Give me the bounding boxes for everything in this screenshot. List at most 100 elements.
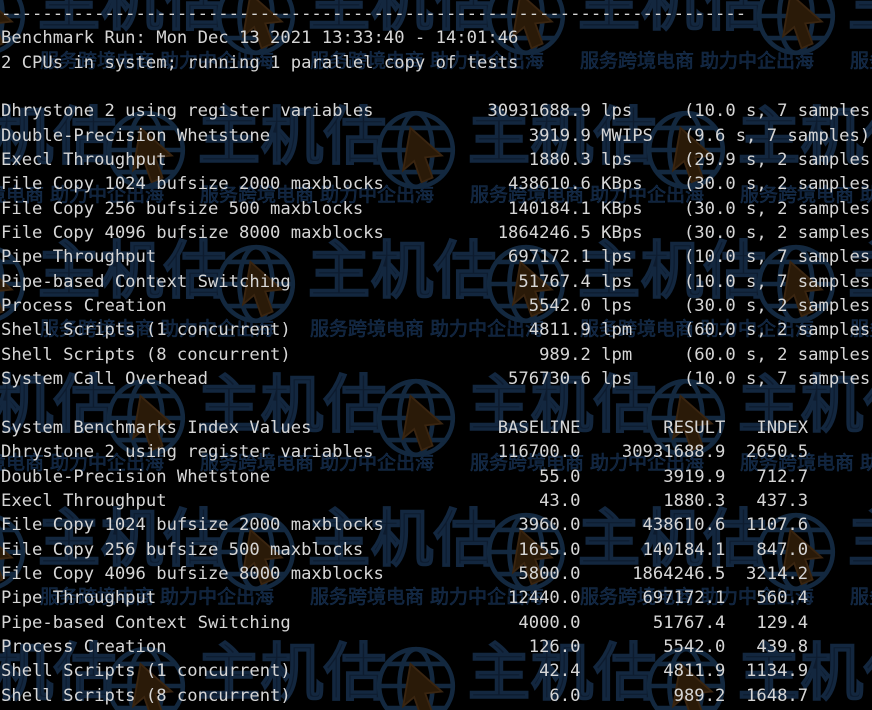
watermark-title: 主机估 [577, 0, 768, 39]
result-row: Pipe Throughput 697172.1 lps (10.0 s, 7 … [1, 247, 872, 268]
watermark-tagline: 服务跨境电商 助力中企出海 [0, 184, 165, 206]
watermark-tagline: 服务跨境电商 助力中企出海 [310, 586, 545, 608]
index-row: File Copy 1024 bufsize 2000 maxblocks 39… [1, 515, 809, 536]
globe-cursor-logo [640, 104, 732, 196]
watermark-title: 主机估 [37, 502, 228, 575]
index-row: File Copy 4096 bufsize 8000 maxblocks 58… [1, 563, 809, 584]
globe-cursor-logo-icon [646, 110, 726, 190]
result-row: Pipe-based Context Switching 51767.4 lps… [1, 271, 872, 292]
watermark-tagline: 服务跨境电商 助力中企出海 [40, 318, 275, 340]
watermark-title: 主机估 [197, 100, 388, 173]
watermark-tile: 主机估服务跨境电商 助力中企出海 [0, 502, 274, 652]
globe-cursor-logo-icon [756, 512, 836, 592]
watermark-tile: 主机估服务跨境电商 助力中企出海 [480, 0, 814, 116]
index-row: Pipe Throughput 12440.0 697172.1 560.4 [1, 588, 809, 609]
globe-cursor-logo-icon [106, 110, 186, 190]
globe-cursor-logo [750, 506, 842, 598]
watermark-layer: 主机估 服务跨境电商 助力中企出海 主机估 服务跨境电商 助力中企出海 主机估 服务跨… [0, 0, 872, 710]
index-row: Shell Scripts (1 concurrent) 42.4 4811.9… [1, 661, 809, 682]
watermark-tagline: 服务跨境电商 助力中企出海 [740, 184, 872, 206]
globe-cursor-logo [750, 0, 842, 62]
watermark-tagline: 服务跨境电商 助力中企出海 [310, 318, 545, 340]
watermark-title: 主机估 [307, 234, 498, 307]
globe-cursor-logo [640, 640, 732, 710]
watermark-title: 主机估 [577, 502, 768, 575]
globe-cursor-logo [100, 372, 192, 464]
watermark-tile: 主机估服务跨境电商 助力中企出海 [640, 636, 872, 710]
globe-cursor-logo-icon [0, 0, 26, 53]
globe-cursor-logo-icon [216, 244, 296, 324]
result-row: System Call Overhead 576730.6 lps (10.0 … [1, 369, 872, 390]
globe-cursor-logo [0, 0, 32, 62]
index-row: File Copy 256 bufsize 500 maxblocks 1655… [1, 539, 809, 560]
watermark-tile: 主机估服务跨境电商 助力中企出海 [750, 502, 872, 652]
globe-cursor-logo [370, 104, 462, 196]
watermark-tile: 主机估服务跨境电商 助力中企出海 [100, 100, 434, 250]
watermark-title: 主机估 [847, 0, 872, 34]
watermark-tile: 主机估服务跨境电商 助力中企出海 [370, 100, 704, 250]
watermark-tile: 主机估服务跨境电商 助力中企出海 [100, 636, 430, 710]
globe-cursor-logo [210, 238, 302, 330]
globe-cursor-logo-icon [106, 646, 186, 710]
globe-cursor-logo [480, 506, 572, 598]
benchmark-run-line: Benchmark Run: Mon Dec 13 2021 13:33:40 … [1, 28, 519, 49]
globe-cursor-logo-icon [216, 0, 296, 56]
watermark-title: 主机估 [0, 636, 118, 709]
watermark-tile: 主机估服务跨境电商 助力中企出海 [210, 502, 544, 652]
watermark-tile: 主机估服务跨境电商 助力中企出海 [0, 100, 164, 250]
globe-cursor-logo-icon [0, 515, 26, 589]
globe-cursor-logo-icon [106, 378, 186, 458]
globe-cursor-logo [0, 238, 32, 330]
globe-cursor-logo [480, 0, 572, 62]
watermark-tile: 主机估服务跨境电商 助力中企出海 [0, 234, 274, 384]
result-row: Shell Scripts (1 concurrent) 4811.9 lpm … [1, 320, 872, 341]
globe-cursor-logo-icon [0, 247, 26, 321]
index-row: Pipe-based Context Switching 4000.0 5176… [1, 612, 809, 633]
globe-cursor-logo-icon [376, 646, 456, 710]
globe-cursor-logo [100, 640, 192, 710]
watermark-tagline: 服务跨境电商 助力中企出海 [580, 318, 815, 340]
watermark-tagline: 服务跨境电商 助力中企出海 [0, 452, 165, 474]
watermark-tagline: 服务跨境电商 助力中企出海 [470, 452, 705, 474]
index-row: Execl Throughput 43.0 1880.3 437.3 [1, 490, 809, 511]
watermark-title: 主机估 [307, 502, 498, 575]
watermark-tile: 主机估服务跨境电商 助力中企出海 [370, 368, 704, 518]
result-row: File Copy 1024 bufsize 2000 maxblocks 43… [1, 174, 872, 195]
index-row: Process Creation 126.0 5542.0 439.8 [1, 636, 809, 657]
globe-cursor-logo [370, 640, 462, 710]
globe-cursor-logo [750, 238, 842, 330]
globe-cursor-logo [640, 372, 732, 464]
horizontal-rule: ----------------------------------------… [1, 4, 747, 24]
watermark-tile: 主机估服务跨境电商 助力中企出海 [640, 100, 872, 250]
watermark-title: 主机估 [737, 368, 872, 441]
watermark-title: 主机估 [37, 0, 228, 39]
watermark-tile: 主机估服务跨境电商 助力中企出海 [750, 0, 872, 116]
watermark-tagline: 服务跨境电商 助力中企出海 [40, 50, 275, 72]
watermark-tagline: 服务跨境电商 助力中企出海 [200, 452, 435, 474]
watermark-tagline: 服务跨境电商 助力中企出海 [200, 184, 435, 206]
index-row: Double-Precision Whetstone 55.0 3919.9 7… [1, 466, 809, 487]
watermark-tile: 主机估服务跨境电商 助力中企出海 [210, 0, 544, 116]
globe-cursor-logo [0, 506, 32, 598]
watermark-tagline: 服务跨境电商 助力中企出海 [850, 318, 872, 340]
watermark-title: 主机估 [737, 100, 872, 173]
watermark-tile: 主机估服务跨境电商 助力中企出海 [210, 234, 544, 384]
watermark-title: 主机估 [467, 636, 658, 709]
watermark-title: 主机估 [467, 368, 658, 441]
globe-cursor-logo [480, 238, 572, 330]
globe-cursor-logo-icon [756, 0, 836, 56]
cpu-info-line: 2 CPUs in system; running 1 parallel cop… [1, 52, 519, 73]
result-row: Process Creation 5542.0 lps (30.0 s, 2 s… [1, 296, 872, 317]
result-row: Dhrystone 2 using register variables 309… [1, 101, 872, 122]
globe-cursor-logo [210, 506, 302, 598]
watermark-tagline: 服务跨境电商 助力中企出海 [580, 50, 815, 72]
watermark-tile: 主机估服务跨境电商 助力中企出海 [0, 636, 160, 710]
globe-cursor-logo-icon [646, 378, 726, 458]
terminal-window: 主机估 服务跨境电商 助力中企出海 主机估 服务跨境电商 助力中企出海 主机估 服务跨… [0, 0, 872, 710]
watermark-tagline: 服务跨境电商 助力中企出海 [850, 586, 872, 608]
watermark-tagline: 服务跨境电商 助力中企出海 [40, 586, 275, 608]
watermark-tile: 主机估服务跨境电商 助力中企出海 [0, 0, 274, 116]
index-table-header: System Benchmarks Index Values BASELINE … [1, 417, 809, 438]
